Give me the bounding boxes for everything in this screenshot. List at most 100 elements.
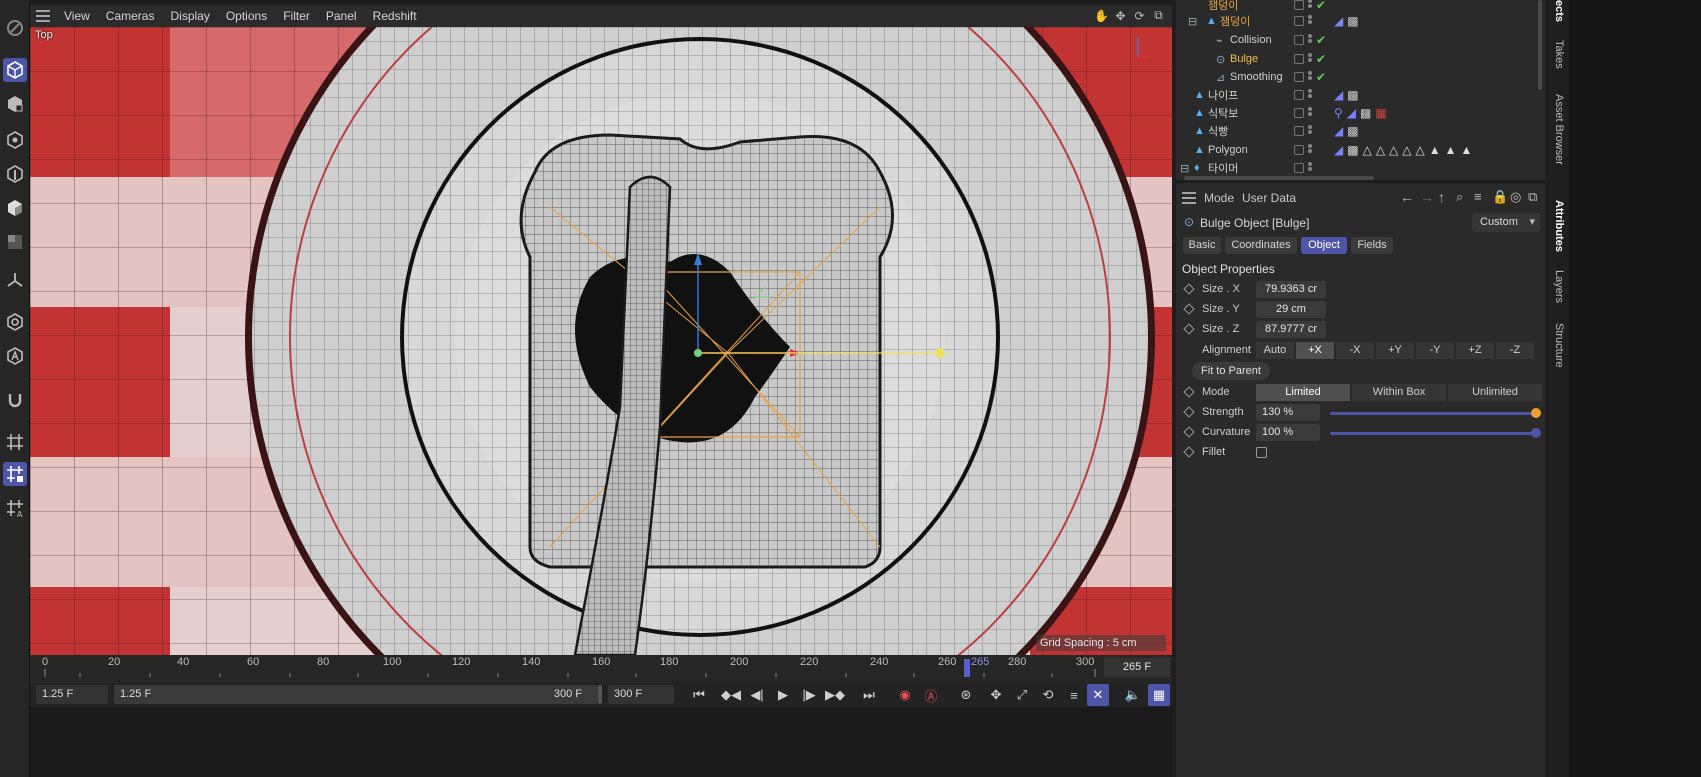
keyframe-diamond-icon[interactable]	[1183, 386, 1195, 398]
phong-tag-icon[interactable]: ◢	[1334, 124, 1343, 138]
strength-slider[interactable]	[1330, 412, 1536, 415]
selection-tag-icon[interactable]: △	[1389, 143, 1398, 157]
play-icon[interactable]: ▶	[772, 684, 794, 706]
visibility-toggle-icon[interactable]	[1294, 72, 1304, 82]
key-rotation-icon[interactable]: ⟲	[1037, 684, 1059, 706]
selection-tag-icon[interactable]: △	[1376, 143, 1385, 157]
preview-range-slider[interactable]: 1.25 F 300 F	[114, 685, 598, 704]
model-mode-icon[interactable]	[3, 58, 27, 82]
object-tags[interactable]: ⚲ ◢ ▩ ▦	[1334, 106, 1387, 120]
key-parameter-icon[interactable]: ≡	[1063, 684, 1085, 706]
render-dots-icon[interactable]	[1308, 162, 1312, 174]
move-view-icon[interactable]: ✥	[1113, 8, 1128, 23]
render-dots-icon[interactable]	[1308, 34, 1312, 46]
next-key-icon[interactable]: ▶◆	[824, 684, 846, 706]
object-tags[interactable]: ◢ ▩ △ △ △ △ △ ▲ ▲ ▲	[1334, 143, 1472, 157]
texture-tag-icon[interactable]: ▩	[1347, 143, 1358, 157]
selection-tag-icon[interactable]: ▲	[1461, 143, 1473, 157]
forward-arrow-icon[interactable]: →	[1420, 189, 1434, 205]
maximize-view-icon[interactable]: ⧉	[1151, 8, 1166, 23]
texture-mode-icon[interactable]	[3, 92, 27, 116]
keyframe-diamond-icon[interactable]	[1183, 303, 1195, 315]
enabled-check-icon[interactable]: ✔	[1316, 33, 1326, 47]
object-row[interactable]: ⊟ ▲ 잼덩이 ◢ ▩	[1176, 12, 1545, 30]
camera-label[interactable]: Top	[35, 29, 53, 41]
align-minus-y[interactable]: -Y	[1416, 342, 1454, 359]
menu-cameras[interactable]: Cameras	[98, 9, 163, 23]
align-minus-z[interactable]: -Z	[1496, 342, 1534, 359]
visibility-toggle-icon[interactable]	[1294, 35, 1304, 45]
size-x-field[interactable]: 79.9363 cr	[1256, 281, 1326, 298]
strength-slider-knob[interactable]	[1531, 408, 1541, 418]
texture-tag-icon[interactable]: ▩	[1347, 14, 1358, 28]
texture-tag-icon[interactable]: ▩	[1347, 124, 1358, 138]
filter-icon[interactable]: ≡	[1474, 189, 1482, 204]
previous-frame-icon[interactable]: ◀|	[746, 684, 768, 706]
lock-icon[interactable]: 🔒	[1492, 189, 1508, 205]
go-to-start-icon[interactable]: ⏮	[688, 684, 710, 706]
new-window-icon[interactable]: ⧉	[1528, 189, 1537, 205]
keyframe-diamond-icon[interactable]	[1183, 283, 1195, 295]
selection-tag-icon[interactable]: △	[1363, 143, 1372, 157]
object-row[interactable]: ⊙ Bulge ✔	[1176, 50, 1545, 68]
align-plus-z[interactable]: +Z	[1456, 342, 1494, 359]
texture-tag-icon[interactable]: ▩	[1360, 106, 1371, 120]
render-dots-icon[interactable]	[1308, 71, 1312, 83]
visibility-toggle-icon[interactable]	[1294, 126, 1304, 136]
object-tags[interactable]: ◢ ▩	[1334, 14, 1359, 28]
key-pla-icon[interactable]: ✕	[1087, 684, 1109, 706]
key-scale-icon[interactable]: ⤢	[1011, 684, 1033, 706]
visibility-toggle-icon[interactable]	[1294, 163, 1304, 173]
object-row[interactable]: ⌁ Collision ✔	[1176, 31, 1545, 49]
object-list-vscrollbar[interactable]	[1538, 0, 1542, 90]
menu-user-data[interactable]: User Data	[1242, 191, 1296, 205]
render-dots-icon[interactable]	[1308, 53, 1312, 65]
attributes-menu-icon[interactable]	[1182, 192, 1196, 207]
enabled-check-icon[interactable]: ✔	[1316, 52, 1326, 66]
end-frame-field[interactable]: 300 F	[608, 685, 674, 704]
object-row[interactable]: ⊟ ♦ 타이머	[1176, 159, 1545, 177]
enabled-check-icon[interactable]: ✔	[1316, 0, 1326, 12]
object-row[interactable]: ▲ Polygon ◢ ▩ △ △ △ △ △ ▲ ▲ ▲	[1176, 141, 1545, 159]
mode-unlimited[interactable]: Unlimited	[1448, 384, 1542, 401]
keyframe-selection-icon[interactable]: ⊛	[955, 684, 977, 706]
uv-mode-icon[interactable]	[3, 230, 27, 254]
curvature-field[interactable]: 100 %	[1256, 424, 1320, 441]
menu-view[interactable]: View	[56, 9, 98, 23]
search-icon[interactable]: ⌕	[1456, 189, 1463, 205]
phong-tag-icon[interactable]: ◢	[1347, 106, 1356, 120]
edges-mode-icon[interactable]	[3, 162, 27, 186]
object-row[interactable]: ⊿ Smoothing ✔	[1176, 68, 1545, 86]
keyframe-diamond-icon[interactable]	[1183, 323, 1195, 335]
visibility-toggle-icon[interactable]	[1294, 54, 1304, 64]
next-frame-icon[interactable]: |▶	[798, 684, 820, 706]
align-auto[interactable]: Auto	[1256, 342, 1294, 359]
selection-tag-icon[interactable]: △	[1402, 143, 1411, 157]
autokey-icon[interactable]: Ⓐ	[920, 684, 942, 706]
tab-object[interactable]: Object	[1301, 237, 1347, 254]
viewport-menu-icon[interactable]	[30, 10, 56, 22]
mode-within-box[interactable]: Within Box	[1352, 384, 1446, 401]
solo-mode-icon[interactable]	[3, 344, 27, 368]
menu-mode[interactable]: Mode	[1204, 191, 1234, 205]
render-dots-icon[interactable]	[1308, 89, 1312, 101]
keyframe-diamond-icon[interactable]	[1183, 406, 1195, 418]
visibility-toggle-icon[interactable]	[1294, 145, 1304, 155]
align-minus-x[interactable]: -X	[1336, 342, 1374, 359]
timeline-settings-icon[interactable]: ▦	[1148, 684, 1170, 706]
expand-icon[interactable]: ⊟	[1188, 15, 1197, 28]
render-dots-icon[interactable]	[1308, 0, 1312, 11]
locked-workplane-icon[interactable]	[3, 462, 27, 486]
render-dots-icon[interactable]	[1308, 107, 1312, 119]
undo-tool-icon[interactable]	[3, 16, 27, 40]
tab-objects[interactable]: ects	[1549, 0, 1565, 22]
align-plus-x[interactable]: +X	[1296, 342, 1334, 359]
selection-tag-icon[interactable]: ▲	[1445, 143, 1457, 157]
object-row[interactable]: ▲ 식탁보 ⚲ ◢ ▩ ▦	[1176, 104, 1545, 122]
points-mode-icon[interactable]	[3, 128, 27, 152]
visibility-toggle-icon[interactable]	[1294, 90, 1304, 100]
object-row[interactable]: ▲ 나이프 ◢ ▩	[1176, 86, 1545, 104]
record-keys-icon[interactable]: ◉	[894, 684, 916, 706]
current-frame-field[interactable]: 265 F	[1104, 658, 1170, 677]
workplane-icon[interactable]	[3, 430, 27, 454]
